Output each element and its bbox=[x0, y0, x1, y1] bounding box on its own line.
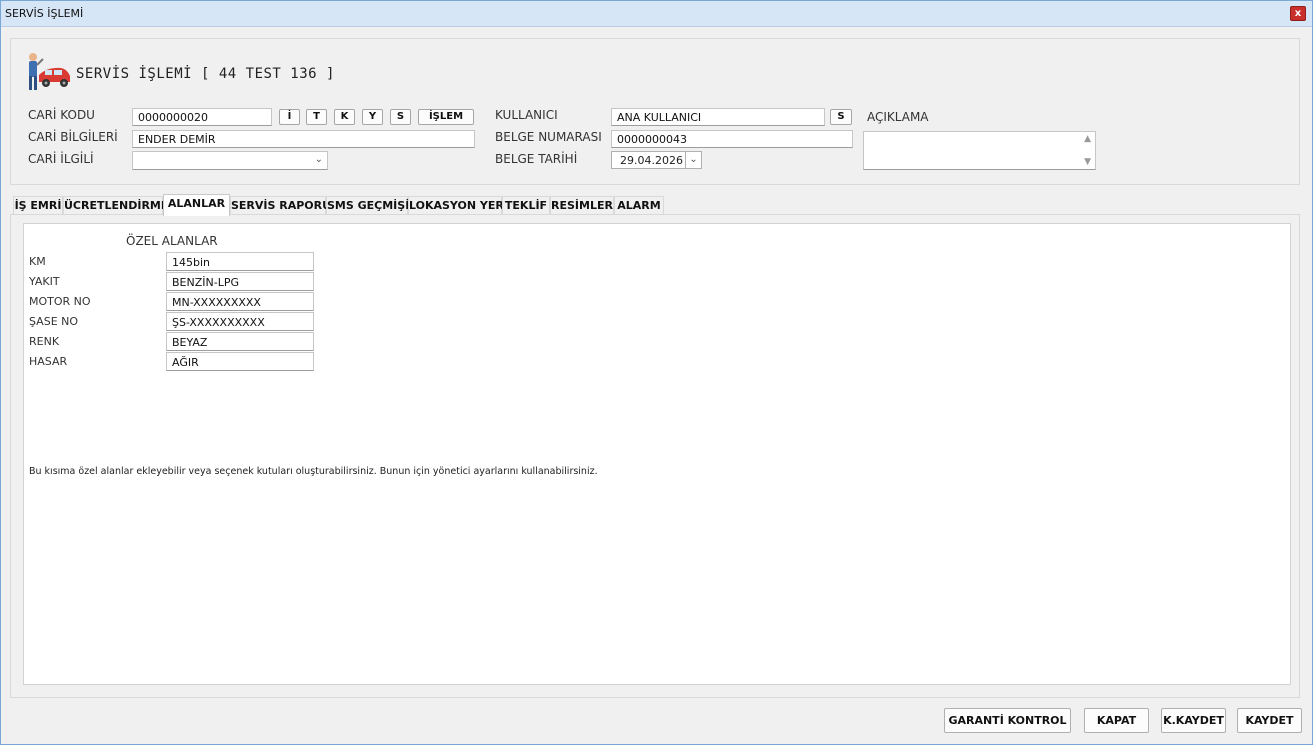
field-label-yakit: YAKIT bbox=[29, 275, 60, 288]
scroll-down-icon[interactable]: ▼ bbox=[1084, 157, 1091, 167]
cari-s-button[interactable]: S bbox=[390, 109, 411, 125]
field-input-km[interactable]: 145bin bbox=[166, 252, 314, 271]
cari-k-button[interactable]: K bbox=[334, 109, 355, 125]
field-input-sase-no[interactable]: ŞS-XXXXXXXXXX bbox=[166, 312, 314, 331]
service-window: SERVİS İŞLEMİ x SERVİS İŞLEMİ [ 44 TEST … bbox=[0, 0, 1313, 745]
tab-panel: ÖZEL ALANLAR KM 145bin YAKIT BENZİN-LPG … bbox=[10, 214, 1300, 698]
cari-y-button[interactable]: Y bbox=[362, 109, 383, 125]
field-label-renk: RENK bbox=[29, 335, 60, 348]
field-label-motor-no: MOTOR NO bbox=[29, 295, 91, 308]
field-input-yakit[interactable]: BENZİN-LPG bbox=[166, 272, 314, 291]
tab-is-emri[interactable]: İŞ EMRİ bbox=[13, 196, 63, 215]
scroll-up-icon[interactable]: ▲ bbox=[1084, 134, 1091, 144]
page-title: SERVİS İŞLEMİ [ 44 TEST 136 ] bbox=[76, 66, 335, 82]
section-title: ÖZEL ALANLAR bbox=[126, 234, 218, 248]
tab-servis-raporu[interactable]: SERVİS RAPORU bbox=[230, 196, 331, 215]
cari-islem-button[interactable]: İŞLEM bbox=[418, 109, 474, 125]
aciklama-scrollbar[interactable]: ▲ ▼ bbox=[1079, 132, 1095, 169]
cari-i-button[interactable]: İ bbox=[279, 109, 300, 125]
belge-tarihi-picker[interactable]: 29.04.2026 ⌄ bbox=[611, 151, 702, 169]
tab-resimler[interactable]: RESİMLER bbox=[550, 196, 614, 215]
belge-numarasi-field[interactable]: 0000000043 bbox=[611, 130, 853, 148]
k-kaydet-button[interactable]: K.KAYDET bbox=[1161, 708, 1226, 733]
belge-tarihi-value: 29.04.2026 bbox=[620, 154, 683, 167]
cari-kodu-label: CARİ KODU bbox=[28, 108, 95, 122]
kullanici-field[interactable]: ANA KULLANICI bbox=[611, 108, 825, 126]
aciklama-label: AÇIKLAMA bbox=[867, 110, 929, 124]
kullanici-s-button[interactable]: S bbox=[830, 109, 852, 125]
kaydet-button[interactable]: KAYDET bbox=[1237, 708, 1302, 733]
mechanic-car-icon bbox=[23, 49, 73, 99]
field-input-hasar[interactable]: AĞIR bbox=[166, 352, 314, 371]
calendar-dropdown-icon[interactable]: ⌄ bbox=[685, 152, 701, 168]
kullanici-label: KULLANICI bbox=[495, 108, 558, 122]
kapat-button[interactable]: KAPAT bbox=[1084, 708, 1149, 733]
title-bar: SERVİS İŞLEMİ x bbox=[1, 1, 1312, 27]
field-label-km: KM bbox=[29, 255, 46, 268]
field-input-renk[interactable]: BEYAZ bbox=[166, 332, 314, 351]
garanti-kontrol-button[interactable]: GARANTİ KONTROL bbox=[944, 708, 1071, 733]
tab-ucretlendirme[interactable]: ÜCRETLENDİRME bbox=[63, 196, 168, 215]
cari-ilgili-select[interactable]: ⌄ bbox=[132, 151, 328, 170]
cari-bilgileri-label: CARİ BİLGİLERİ bbox=[28, 130, 118, 144]
tab-lokasyon-yeri[interactable]: LOKASYON YERİ bbox=[408, 196, 508, 215]
tab-alanlar[interactable]: ALANLAR bbox=[163, 194, 230, 216]
cari-t-button[interactable]: T bbox=[306, 109, 327, 125]
close-button[interactable]: x bbox=[1290, 6, 1306, 21]
belge-numarasi-label: BELGE NUMARASI bbox=[495, 130, 602, 144]
cari-kodu-field[interactable]: 0000000020 bbox=[132, 108, 272, 126]
alanlar-content: ÖZEL ALANLAR KM 145bin YAKIT BENZİN-LPG … bbox=[23, 223, 1291, 685]
cari-ilgili-label: CARİ İLGİLİ bbox=[28, 152, 94, 166]
chevron-down-icon: ⌄ bbox=[314, 154, 323, 165]
belge-tarihi-label: BELGE TARİHİ bbox=[495, 152, 578, 166]
tab-teklif[interactable]: TEKLİF bbox=[502, 196, 550, 215]
field-input-motor-no[interactable]: MN-XXXXXXXXX bbox=[166, 292, 314, 311]
field-label-sase-no: ŞASE NO bbox=[29, 315, 79, 328]
aciklama-textarea[interactable]: ▲ ▼ bbox=[863, 131, 1096, 170]
tab-sms-gecmisi[interactable]: SMS GEÇMİŞİ bbox=[326, 196, 409, 215]
info-note: Bu kısıma özel alanlar ekleyebilir veya … bbox=[29, 466, 598, 477]
field-label-hasar: HASAR bbox=[29, 355, 68, 368]
tab-alarm[interactable]: ALARM bbox=[614, 196, 664, 215]
cari-bilgileri-field[interactable]: ENDER DEMİR bbox=[132, 130, 475, 148]
window-title: SERVİS İŞLEMİ bbox=[5, 7, 84, 20]
